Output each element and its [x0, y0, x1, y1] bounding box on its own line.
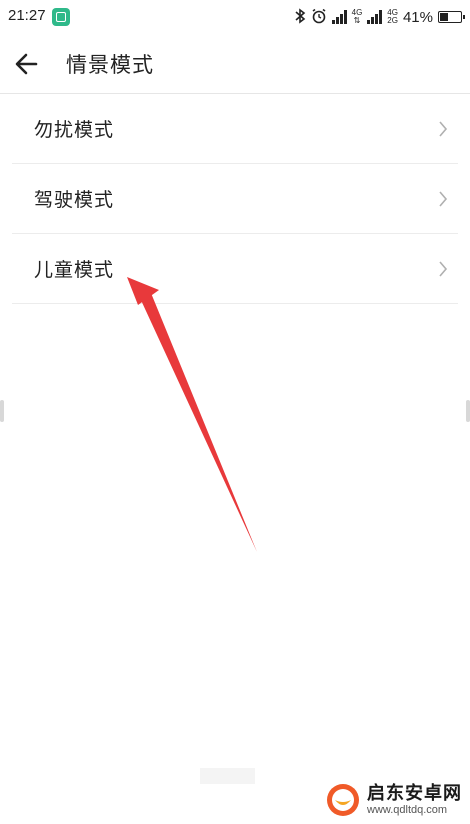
- header: 情景模式: [0, 34, 470, 94]
- list-item-label: 儿童模式: [34, 259, 115, 281]
- left-edge-handle: [0, 400, 4, 422]
- watermark: 启东安卓网 www.qdltdq.com: [325, 782, 462, 818]
- app-notification-icon: [52, 8, 70, 26]
- list-item-driving[interactable]: 驾驶模式: [12, 164, 458, 234]
- chevron-right-icon: [438, 190, 448, 208]
- settings-list: 勿扰模式 驾驶模式 儿童模式: [0, 94, 470, 304]
- data-arrows-icon: ⇅: [353, 16, 361, 25]
- alarm-icon: [311, 8, 327, 27]
- network-type-2: 4G 2G: [387, 8, 398, 25]
- back-button[interactable]: [14, 48, 54, 80]
- signal-icon: [331, 10, 347, 24]
- watermark-text: 启东安卓网 www.qdltdq.com: [367, 784, 462, 816]
- watermark-logo-icon: [327, 784, 359, 816]
- bottom-artifact: [200, 768, 255, 784]
- network-type-1: 4G ⇅: [351, 8, 363, 25]
- battery-percent: 41%: [402, 8, 433, 26]
- status-icons: 4G ⇅ 4G 2G 41%: [294, 6, 465, 28]
- right-edge-handle: [466, 400, 470, 422]
- page-title: 情景模式: [66, 53, 154, 77]
- screen: 21:27 4G ⇅ 4G 2G 41% 情景模式 勿扰模式 驾驶模式 儿童模式…: [0, 0, 470, 824]
- status-bar: 21:27 4G ⇅ 4G 2G 41%: [0, 0, 470, 34]
- arrow-left-icon: [15, 53, 38, 75]
- status-time: 21:27: [8, 7, 46, 24]
- watermark-name: 启东安卓网: [367, 783, 462, 805]
- list-item-label: 驾驶模式: [34, 189, 115, 211]
- bluetooth-icon: [294, 7, 306, 27]
- signal-icon-2: [367, 10, 383, 24]
- list-item-do-not-disturb[interactable]: 勿扰模式: [12, 94, 458, 164]
- chevron-right-icon: [438, 260, 448, 278]
- chevron-right-icon: [438, 120, 448, 138]
- watermark-url: www.qdltdq.com: [367, 803, 448, 816]
- list-item-label: 勿扰模式: [34, 119, 115, 141]
- battery-fill: [440, 13, 448, 21]
- battery-icon: [438, 11, 465, 23]
- list-item-children[interactable]: 儿童模式: [12, 234, 458, 304]
